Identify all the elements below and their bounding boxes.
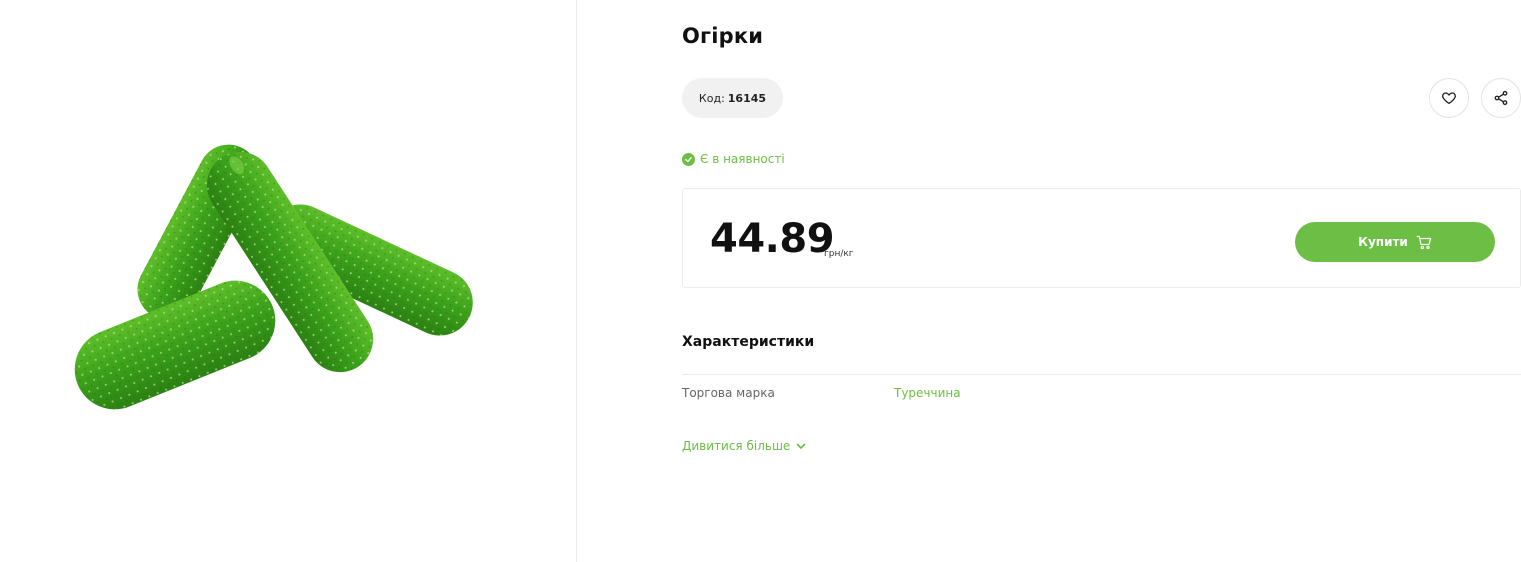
show-more-link[interactable]: Дивитися більше <box>682 439 806 453</box>
price-panel: 44.89 грн/кг Купити <box>682 188 1521 288</box>
share-icon <box>1494 90 1508 106</box>
spec-label-brand: Торгова марка <box>682 386 775 400</box>
product-image[interactable] <box>70 140 480 420</box>
spec-value-brand[interactable]: Туреччина <box>894 386 961 400</box>
product-code-value: 16145 <box>727 91 767 105</box>
favorite-button[interactable] <box>1429 78 1469 118</box>
chevron-down-icon <box>797 443 806 449</box>
heart-icon <box>1442 92 1456 104</box>
cart-icon <box>1416 235 1432 249</box>
show-more-label: Дивитися більше <box>682 439 791 453</box>
buy-button[interactable]: Купити <box>1295 222 1495 262</box>
check-circle-icon <box>682 152 695 166</box>
product-price: 44.89 <box>710 216 835 262</box>
product-details: Огірки Код: 16145 Є в наявності 44.89 гр… <box>682 0 1521 562</box>
share-button[interactable] <box>1481 78 1521 118</box>
product-gallery <box>0 0 577 562</box>
product-code-label: Код: <box>698 91 725 105</box>
buy-button-label: Купити <box>1358 235 1408 249</box>
specs-heading: Характеристики <box>682 334 815 350</box>
availability-status: Є в наявності <box>682 152 785 166</box>
product-code-badge: Код: 16145 <box>682 78 783 118</box>
specs-divider <box>682 374 1521 375</box>
price-unit: грн/кг <box>824 249 854 259</box>
product-title: Огірки <box>682 24 764 48</box>
availability-text: Є в наявності <box>700 152 785 166</box>
